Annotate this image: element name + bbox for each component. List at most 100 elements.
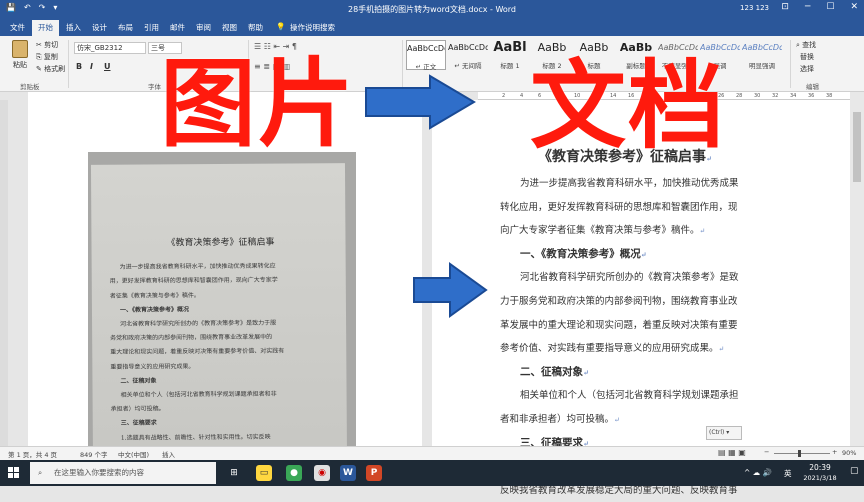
paragraph-mark: ↵: [699, 227, 706, 236]
photo-line: 二、征稿对象: [120, 377, 157, 385]
user-name[interactable]: 123 123: [740, 4, 769, 12]
vertical-ruler: [0, 100, 8, 446]
italic-button[interactable]: I: [90, 62, 93, 71]
search-icon: ⌕: [38, 468, 43, 477]
tell-me-search[interactable]: 操作说明搜索: [290, 22, 335, 33]
clipboard-icon: [12, 40, 28, 58]
taskbar-search-box[interactable]: ⌕ 在这里输入你要搜索的内容: [30, 462, 216, 484]
notification-icon[interactable]: ▢: [850, 466, 859, 476]
find-button[interactable]: ⌕ 查找: [796, 40, 816, 50]
photo-line: 承担者）均可投稿。: [110, 405, 165, 413]
file-explorer-icon[interactable]: ▭: [256, 465, 272, 481]
document-line: 者和非承担者）均可投稿。↵: [500, 408, 620, 433]
tab-home[interactable]: 开始: [32, 20, 59, 36]
photo-title: 《教育决策参考》征稿启事: [166, 237, 275, 249]
tab-design[interactable]: 设计: [92, 22, 107, 33]
style-3[interactable]: AaBl 标题 1: [490, 40, 530, 70]
editing-group-label: 编辑: [806, 83, 819, 91]
document-heading: 一、《教育决策参考》概况↵: [520, 243, 647, 267]
ruler-tick: 4: [520, 93, 524, 99]
tab-file[interactable]: 文件: [10, 22, 25, 33]
cut-button[interactable]: ✂ 剪切: [36, 40, 58, 50]
copy-button[interactable]: ⎘ 复制: [36, 52, 58, 62]
vertical-scrollbar[interactable]: [850, 92, 864, 446]
lightbulb-icon: 💡: [276, 22, 286, 31]
replace-button[interactable]: 替换: [800, 52, 814, 62]
document-line-text: 河北省教育科学研究所创办的《教育决策参考》是致: [520, 272, 739, 284]
document-line-text: 者和非承担者）均可投稿。: [500, 414, 615, 425]
photo-line: 三、征稿要求: [120, 419, 157, 428]
tab-view[interactable]: 视图: [222, 22, 237, 33]
input-method-indicator[interactable]: 英: [784, 468, 792, 479]
font-name-combo[interactable]: 仿宋_GB2312: [74, 42, 146, 54]
paragraph-mark: ↵: [640, 249, 647, 259]
tab-help[interactable]: 帮助: [248, 22, 263, 33]
photo-line: 务党和政府决策的内部参阅刊物，围绕教育事业改革发展中的: [110, 333, 273, 342]
close-button[interactable]: ✕: [850, 2, 858, 12]
paste-options-button[interactable]: (Ctrl) ▾: [706, 426, 742, 440]
select-button[interactable]: 选择: [800, 64, 814, 74]
style-preview: AaBbCcDd: [742, 43, 782, 52]
tab-review[interactable]: 审阅: [196, 22, 211, 33]
underline-button[interactable]: U: [104, 62, 111, 71]
paste-label: 粘贴: [13, 61, 27, 69]
paragraph-mark: ↵: [614, 416, 620, 424]
photo-image[interactable]: 《教育决策参考》征稿启事 为进一步提高我省教育科研水平，加快推动优秀成果转化应用…: [88, 152, 356, 446]
format-painter-button[interactable]: ✎ 格式刷: [36, 64, 65, 74]
ruler-tick: 32: [772, 93, 779, 99]
document-line-text: 为进一步提高我省教育科研水平，加快推动优秀成果: [520, 178, 739, 189]
tab-layout[interactable]: 布局: [118, 22, 133, 33]
zoom-in-button[interactable]: +: [832, 448, 837, 456]
clock-date[interactable]: 2021/3/18: [794, 474, 846, 482]
document-heading: 二、征稿对象↵: [520, 361, 589, 385]
task-view-icon[interactable]: ⊞: [226, 465, 242, 481]
insert-mode[interactable]: 插入: [162, 449, 175, 459]
wechat-icon[interactable]: ●: [286, 465, 302, 481]
paste-button[interactable]: 粘贴: [8, 40, 32, 74]
ruler-tick: 34: [790, 93, 797, 99]
paragraph-mark: ↵: [583, 367, 589, 377]
document-line-text: 向广大专家学者征集《教育决策与参考》稿件。: [500, 225, 700, 237]
tab-insert[interactable]: 插入: [66, 22, 81, 33]
language-status[interactable]: 中文(中国): [118, 449, 149, 459]
group-divider: [790, 40, 791, 88]
style-2[interactable]: AaBbCcDd ↵ 无间隔: [448, 40, 488, 70]
document-line-text: 相关单位和个人（包括河北省教育科学规划课题承担: [520, 390, 739, 402]
zoom-slider-thumb[interactable]: [798, 450, 801, 457]
arrow-middle-icon: [413, 262, 488, 318]
word-app-icon[interactable]: W: [340, 465, 356, 481]
zoom-slider[interactable]: [774, 453, 830, 454]
style-1[interactable]: AaBbCcDd ↵ 正文: [406, 40, 446, 71]
ribbon-tabs: 文件 开始 插入 设计 布局 引用 邮件 审阅 视图 帮助 💡 操作说明搜索: [0, 18, 864, 36]
status-bar: 第 1 页，共 4 页 849 个字 中文(中国) 插入 ▤ ▦ ▣ − + 9…: [0, 446, 864, 460]
ruler-tick: 28: [736, 93, 743, 99]
document-line: 相关单位和个人（包括河北省教育科学规划课题承担: [520, 384, 739, 408]
system-tray[interactable]: ^ ☁ 🔊: [744, 468, 772, 477]
minimize-button[interactable]: ─: [805, 2, 810, 12]
windows-start-icon[interactable]: [8, 467, 20, 479]
photo-line: 重大理论和现实问题，着重反映对决策有重要参考价值、对实践有: [110, 347, 285, 357]
maximize-button[interactable]: ☐: [826, 2, 834, 12]
document-line-text: 革发展中的重大理论和现实问题，着重反映对决策有重要: [500, 319, 738, 331]
view-mode-icons[interactable]: ▤ ▦ ▣: [718, 448, 746, 457]
tab-mailings[interactable]: 邮件: [170, 22, 185, 33]
search-placeholder: 在这里输入你要搜索的内容: [54, 468, 144, 477]
ribbon-display-icon[interactable]: ⊡: [781, 2, 789, 12]
scrollbar-thumb[interactable]: [853, 112, 861, 182]
document-line: 向广大专家学者征集《教育决策与参考》稿件。↵: [500, 219, 705, 244]
title-bar: 💾 ↶ ↷ ▾ 28手机拍摄的图片转为word文档.docx - Word 12…: [0, 0, 864, 18]
document-line-text: 参考价值、对实践有重要指导意义的应用研究成果。: [500, 343, 719, 355]
photo-line: 一、《教育决策参考》概况: [119, 306, 190, 314]
tab-references[interactable]: 引用: [144, 22, 159, 33]
page-count[interactable]: 第 1 页，共 4 页: [8, 449, 57, 459]
zoom-level[interactable]: 90%: [842, 449, 856, 457]
powerpoint-app-icon[interactable]: P: [366, 465, 382, 481]
style-name: 标题 1: [500, 62, 520, 70]
style-9[interactable]: AaBbCcDd 明显强调: [742, 40, 782, 70]
app-icon[interactable]: ◉: [314, 465, 330, 481]
word-count[interactable]: 849 个字: [80, 449, 107, 459]
bold-button[interactable]: B: [76, 62, 82, 71]
clock-time[interactable]: 20:39: [800, 463, 840, 472]
zoom-out-button[interactable]: −: [764, 448, 769, 456]
photographed-paper: 《教育决策参考》征稿启事 为进一步提高我省教育科研水平，加快推动优秀成果转化应用…: [90, 163, 348, 446]
